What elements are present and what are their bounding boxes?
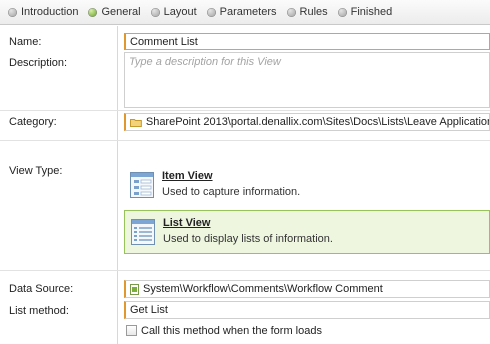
category-value: SharePoint 2013\portal.denallix.com\Site… [145, 116, 489, 128]
item-view-title: Item View [162, 170, 213, 182]
item-view-option[interactable]: Item View Used to capture information. [124, 164, 490, 206]
name-label: Name: [9, 36, 42, 48]
wizard-steps-bar: Introduction General Layout Parameters R… [0, 0, 490, 25]
list-view-title: List View [163, 217, 211, 229]
step-label: Layout [163, 6, 197, 18]
step-introduction[interactable]: Introduction [8, 6, 78, 18]
step-label: Parameters [219, 6, 277, 18]
call-on-load-checkbox[interactable] [126, 325, 137, 336]
column-divider [117, 26, 118, 344]
name-field[interactable]: Comment List [124, 33, 490, 50]
step-label: Finished [350, 6, 393, 18]
step-layout[interactable]: Layout [150, 6, 197, 18]
description-field[interactable]: Type a description for this View [124, 52, 490, 108]
list-method-label: List method: [9, 305, 69, 317]
section-divider [0, 270, 490, 271]
step-label: Rules [299, 6, 328, 18]
step-status-icon [337, 7, 347, 17]
list-method-select[interactable]: Get List [124, 301, 490, 319]
name-value: Comment List [130, 35, 198, 48]
step-status-icon [150, 7, 160, 17]
item-view-icon [130, 172, 154, 198]
category-label: Category: [9, 116, 57, 128]
data-source-field[interactable]: System\Workflow\Comments\Workflow Commen… [124, 280, 490, 298]
category-field[interactable]: SharePoint 2013\portal.denallix.com\Site… [124, 113, 490, 131]
data-source-value: System\Workflow\Comments\Workflow Commen… [143, 283, 383, 295]
section-divider [0, 140, 490, 141]
description-label: Description: [9, 57, 68, 69]
item-view-description: Used to capture information. [162, 186, 301, 198]
smartobject-icon [130, 283, 139, 295]
step-label: Introduction [21, 6, 79, 18]
data-source-label: Data Source: [9, 283, 74, 295]
list-method-value: Get List [130, 304, 168, 316]
step-status-icon [286, 7, 296, 17]
view-type-label: View Type: [9, 165, 63, 177]
list-view-option[interactable]: List View Used to display lists of infor… [124, 210, 490, 254]
step-status-icon [206, 7, 216, 17]
step-finished[interactable]: Finished [337, 6, 393, 18]
step-parameters[interactable]: Parameters [206, 6, 277, 18]
step-label: General [101, 6, 141, 18]
step-status-icon [8, 7, 17, 17]
folder-icon [130, 118, 142, 127]
list-view-description: Used to display lists of information. [163, 233, 333, 245]
section-divider [0, 110, 490, 111]
call-on-load-label: Call this method when the form loads [141, 325, 322, 337]
step-rules[interactable]: Rules [286, 6, 328, 18]
list-view-icon [131, 219, 155, 245]
step-active-icon [88, 7, 98, 17]
step-general[interactable]: General [88, 6, 141, 18]
